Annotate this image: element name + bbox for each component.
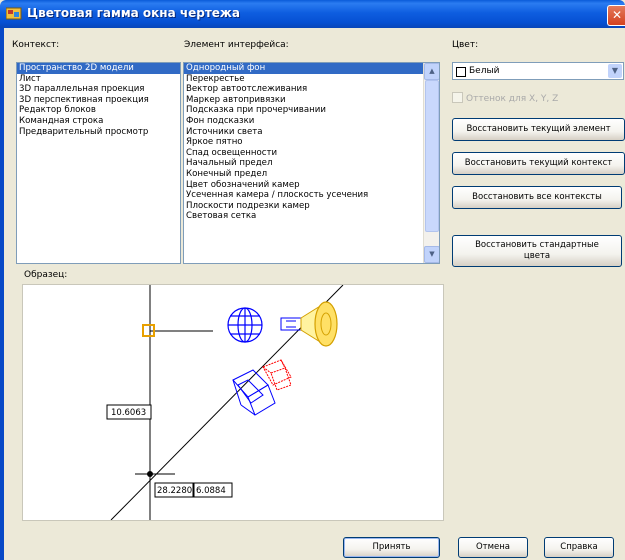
interface-item[interactable]: Световая сетка	[184, 211, 439, 222]
context-item[interactable]: 3D перспективная проекция	[17, 95, 180, 106]
interface-item[interactable]: Перекрестье	[184, 74, 439, 85]
interface-item[interactable]: Подсказка при прочерчивании	[184, 105, 439, 116]
interface-item[interactable]: Спад освещенности	[184, 148, 439, 159]
restore-element-button[interactable]: Восстановить текущий элемент	[452, 118, 625, 141]
window-title: Цветовая гамма окна чертежа	[27, 6, 240, 20]
context-item[interactable]: 3D параллельная проекция	[17, 84, 180, 95]
preview-drawing: 10.6063 28.2280 6.0884	[106, 284, 344, 521]
interface-item[interactable]: Цвет обозначений камер	[184, 180, 439, 191]
restore-context-button[interactable]: Восстановить текущий контекст	[452, 152, 625, 175]
scroll-thumb[interactable]	[425, 80, 439, 232]
window-frame-left	[0, 28, 4, 560]
interface-item[interactable]: Яркое пятно	[184, 137, 439, 148]
interface-item[interactable]: Источники света	[184, 127, 439, 138]
autocad-app-icon	[6, 7, 22, 20]
interface-item[interactable]: Начальный предел	[184, 158, 439, 169]
tint-checkbox-box	[452, 92, 463, 103]
help-button[interactable]: Справка	[544, 537, 614, 558]
interface-item[interactable]: Фон подсказки	[184, 116, 439, 127]
scroll-down-icon[interactable]: ▼	[424, 246, 439, 263]
color-label: Цвет:	[452, 40, 479, 50]
context-item[interactable]: Лист	[17, 74, 180, 85]
interface-element-label: Элемент интерфейса:	[184, 40, 289, 50]
restore-defaults-button[interactable]: Восстановить стандартные цвета	[452, 235, 622, 267]
dimension-x-value: 28.2280	[157, 486, 192, 496]
interface-item[interactable]: Маркер автопривязки	[184, 95, 439, 106]
color-combobox[interactable]: Белый ▼	[452, 62, 624, 80]
dimension-y-value: 6.0884	[196, 486, 226, 496]
context-item[interactable]: Пространство 2D модели	[17, 63, 180, 74]
apply-button[interactable]: Принять	[343, 537, 440, 558]
close-icon[interactable]: ✕	[607, 5, 625, 26]
cancel-button[interactable]: Отмена	[458, 537, 528, 558]
interface-scrollbar[interactable]: ▲ ▼	[423, 63, 439, 263]
context-item[interactable]: Предварительный просмотр	[17, 127, 180, 138]
tint-checkbox-label: Оттенок для X, Y, Z	[466, 94, 559, 104]
interface-item[interactable]: Усеченная камера / плоскость усечения	[184, 190, 439, 201]
chevron-down-icon[interactable]: ▼	[608, 64, 622, 78]
color-value: Белый	[469, 66, 500, 76]
preview-label: Образец:	[24, 270, 68, 280]
crosshair-center	[147, 471, 153, 477]
context-item[interactable]: Командная строка	[17, 116, 180, 127]
tint-checkbox: Оттенок для X, Y, Z	[452, 92, 558, 104]
color-swatch	[456, 67, 466, 77]
globe-light-icon	[227, 307, 263, 343]
interface-item[interactable]: Однородный фон	[184, 63, 439, 74]
context-listbox[interactable]: Пространство 2D модели Лист 3D параллель…	[16, 62, 181, 264]
interface-item[interactable]: Вектор автоотслеживания	[184, 84, 439, 95]
camera-icon	[232, 369, 276, 416]
interface-item[interactable]: Конечный предел	[184, 169, 439, 180]
interface-item[interactable]: Плоскости подрезки камер	[184, 201, 439, 212]
restore-all-button[interactable]: Восстановить все контексты	[452, 186, 622, 209]
dimension-vertical-value: 10.6063	[111, 408, 146, 418]
interface-element-listbox[interactable]: Однородный фон Перекрестье Вектор автоот…	[183, 62, 440, 264]
context-item[interactable]: Редактор блоков	[17, 105, 180, 116]
preview-panel: 10.6063 28.2280 6.0884	[22, 284, 444, 521]
context-label: Контекст:	[12, 40, 60, 50]
scroll-up-icon[interactable]: ▲	[424, 63, 439, 80]
title-bar: Цветовая гамма окна чертежа ✕	[0, 0, 625, 28]
